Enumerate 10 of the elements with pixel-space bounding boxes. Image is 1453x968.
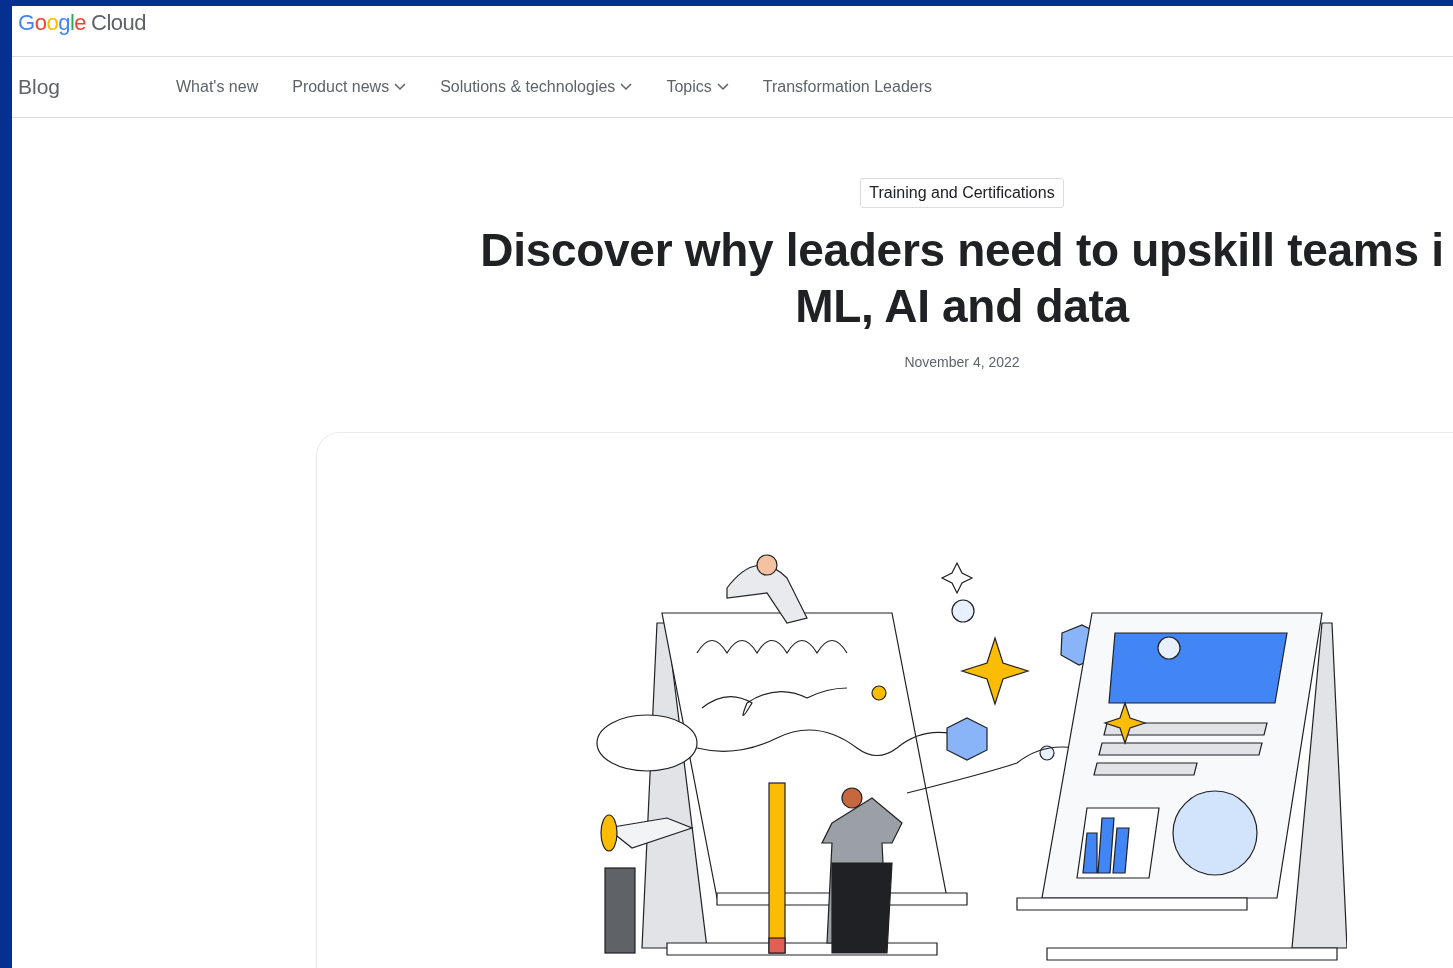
publish-date: November 4, 2022 [904,354,1020,370]
nav-link[interactable]: Solutions & technologies [440,78,633,96]
category-tag[interactable]: Training and Certifications [860,178,1064,208]
google-cloud-logo[interactable]: Google Cloud [18,10,146,36]
nav-link[interactable]: Transformation Leaders [762,78,932,96]
nav-link[interactable]: Product news [292,78,407,96]
blog-title[interactable]: Blog [18,75,176,99]
nav-link[interactable]: What's new [176,78,259,96]
article-title: Discover why leaders need to upskill teams i ML, AI and data [480,223,1444,334]
nav-link[interactable]: Topics [666,78,729,96]
